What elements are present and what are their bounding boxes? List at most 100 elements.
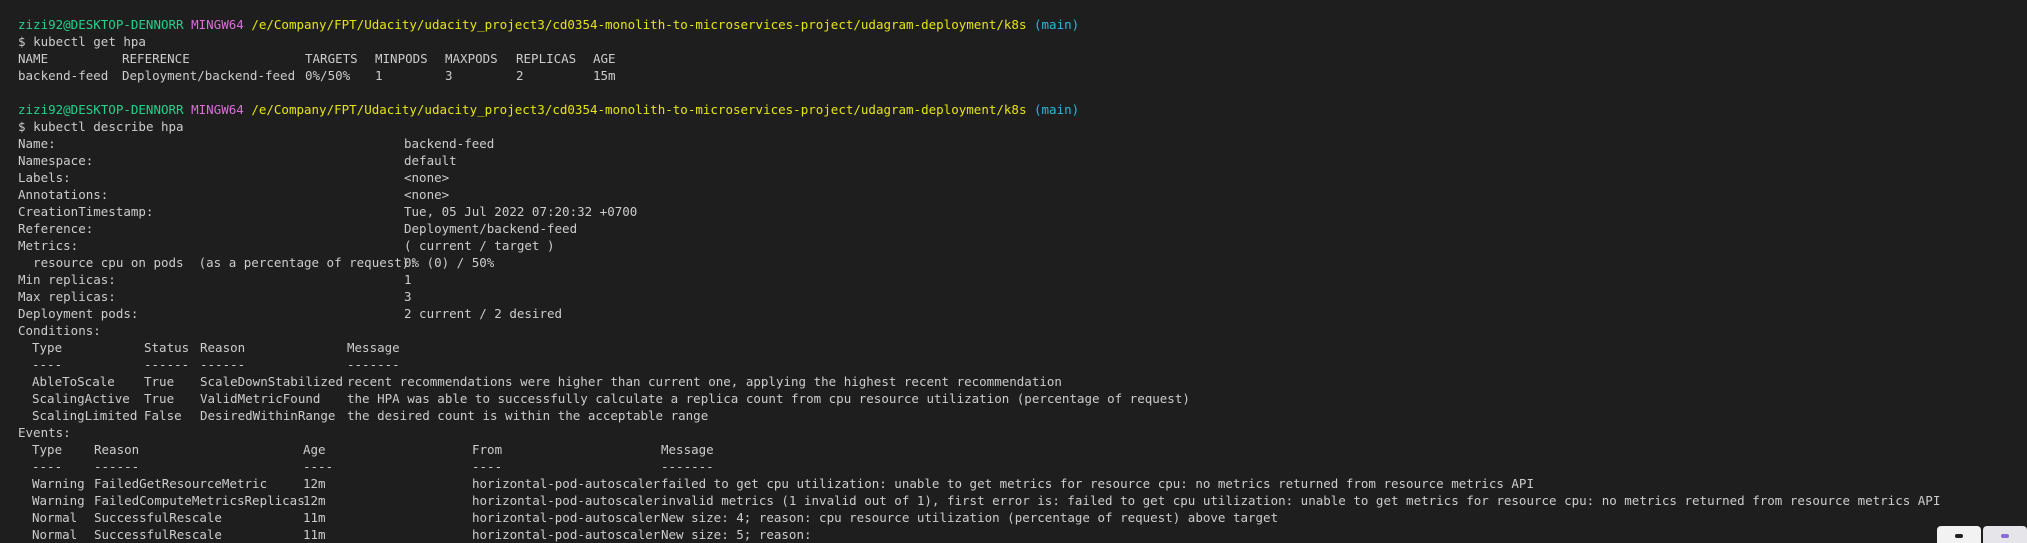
describe-field: Min replicas: 1 xyxy=(18,271,2027,288)
table-cell: horizontal-pod-autoscaler xyxy=(472,476,661,491)
command-line: $ kubectl describe hpa xyxy=(18,118,2027,135)
column-header: Type xyxy=(32,442,63,457)
table-cell: New size: 5; reason: xyxy=(661,527,812,542)
table-cell: AbleToScale xyxy=(32,374,115,389)
column-header: Message xyxy=(661,442,714,457)
table-cell: the HPA was able to successfully calcula… xyxy=(347,391,1190,406)
section-title: Conditions: xyxy=(18,323,101,338)
describe-field: Deployment pods: 2 current / 2 desired xyxy=(18,305,2027,322)
events-divider: ---- ------ ---- ---- ------- xyxy=(18,458,2027,475)
command-text: kubectl describe hpa xyxy=(33,119,184,134)
field-label: Labels: xyxy=(18,170,71,185)
prompt-path: /e/Company/FPT/Udacity/udacity_project3/… xyxy=(251,17,1027,32)
field-label: Max replicas: xyxy=(18,289,116,304)
table-cell: 11m xyxy=(303,527,326,542)
field-label: Deployment pods: xyxy=(18,306,139,321)
column-divider: ------ xyxy=(144,357,190,372)
table-row: Normal SuccessfulRescale 11m horizontal-… xyxy=(18,509,2027,526)
table-cell: True xyxy=(144,391,175,406)
field-label: Namespace: xyxy=(18,153,94,168)
column-header: From xyxy=(472,442,503,457)
field-value: backend-feed xyxy=(404,136,495,151)
table-row: ScalingActive True ValidMetricFound the … xyxy=(18,390,2027,407)
table-cell: horizontal-pod-autoscaler xyxy=(472,493,661,508)
table-row: Warning FailedGetResourceMetric 12m hori… xyxy=(18,475,2027,492)
table-cell: backend-feed xyxy=(18,68,109,83)
table-cell: SuccessfulRescale xyxy=(94,510,222,525)
tray-mark-icon xyxy=(2001,534,2009,538)
table-row: ScalingLimited False DesiredWithinRange … xyxy=(18,407,2027,424)
column-header: Type xyxy=(32,340,63,355)
field-value: <none> xyxy=(404,187,450,202)
conditions-divider: ---- ------ ------ ------- xyxy=(18,356,2027,373)
table-cell: 2 xyxy=(516,68,524,83)
field-value: 3 xyxy=(404,289,412,304)
events-header: Type Reason Age From Message xyxy=(18,441,2027,458)
table-cell: Warning xyxy=(32,476,85,491)
terminal-output[interactable]: zizi92@DESKTOP-DENNORR MINGW64 /e/Compan… xyxy=(18,16,2027,543)
field-value: Deployment/backend-feed xyxy=(404,221,578,236)
table-cell: ScaleDownStabilized xyxy=(200,374,343,389)
tray-app-icon[interactable] xyxy=(1983,526,2027,543)
table-cell: New size: 4; reason: cpu resource utiliz… xyxy=(661,510,1279,525)
table-cell: False xyxy=(144,408,182,423)
table-cell: 3 xyxy=(445,68,453,83)
field-value: 1 xyxy=(404,272,412,287)
column-header: AGE xyxy=(593,51,616,66)
field-label: Metrics: xyxy=(18,238,79,253)
table-cell: DesiredWithinRange xyxy=(200,408,336,423)
column-divider: ---- xyxy=(303,459,334,474)
prompt-user-host: zizi92@DESKTOP-DENNORR xyxy=(18,17,184,32)
column-header: REPLICAS xyxy=(516,51,577,66)
table-cell: 15m xyxy=(593,68,616,83)
column-header: MINPODS xyxy=(375,51,428,66)
prompt-symbol: $ xyxy=(18,34,26,49)
prompt-branch: (main) xyxy=(1034,102,1080,117)
table-cell: Deployment/backend-feed xyxy=(122,68,296,83)
table-row: AbleToScale True ScaleDownStabilized rec… xyxy=(18,373,2027,390)
column-header: MAXPODS xyxy=(445,51,498,66)
field-value: default xyxy=(404,153,457,168)
column-divider: ---- xyxy=(472,459,503,474)
shell-prompt: zizi92@DESKTOP-DENNORR MINGW64 /e/Compan… xyxy=(18,16,2027,33)
table-cell: invalid metrics (1 invalid out of 1), fi… xyxy=(661,493,1941,508)
column-divider: ------ xyxy=(94,459,140,474)
table-cell: 11m xyxy=(303,510,326,525)
command-text: kubectl get hpa xyxy=(33,34,146,49)
describe-field: resource cpu on pods (as a percentage of… xyxy=(18,254,2027,271)
describe-field: CreationTimestamp: Tue, 05 Jul 2022 07:20… xyxy=(18,203,2027,220)
column-header: TARGETS xyxy=(305,51,358,66)
tray-mark-icon xyxy=(1955,534,1963,538)
describe-field: Name: backend-feed xyxy=(18,135,2027,152)
table-cell: Normal xyxy=(32,527,78,542)
conditions-header: Type Status Reason Message xyxy=(18,339,2027,356)
column-divider: ------- xyxy=(347,357,400,372)
table-cell: Warning xyxy=(32,493,85,508)
column-header: Message xyxy=(347,340,400,355)
describe-field: Max replicas: 3 xyxy=(18,288,2027,305)
section-title: Events: xyxy=(18,425,71,440)
shell-prompt: zizi92@DESKTOP-DENNORR MINGW64 /e/Compan… xyxy=(18,101,2027,118)
tray-widget-icon[interactable] xyxy=(1937,526,1981,543)
table-cell: SuccessfulRescale xyxy=(94,527,222,542)
column-header: Reason xyxy=(200,340,246,355)
field-value: 0% (0) / 50% xyxy=(404,255,495,270)
field-value: 2 current / 2 desired xyxy=(404,306,563,321)
command-line: $ kubectl get hpa xyxy=(18,33,2027,50)
column-divider: ------ xyxy=(200,357,246,372)
column-header: Age xyxy=(303,442,326,457)
table-cell: ScalingActive xyxy=(32,391,130,406)
field-label: Min replicas: xyxy=(18,272,116,287)
prompt-system: MINGW64 xyxy=(191,102,244,117)
table-cell: 1 xyxy=(375,68,383,83)
prompt-user-host: zizi92@DESKTOP-DENNORR xyxy=(18,102,184,117)
table-cell: Normal xyxy=(32,510,78,525)
table-row: Normal SuccessfulRescale 11m horizontal-… xyxy=(18,526,2027,543)
table-cell: ScalingLimited xyxy=(32,408,138,423)
table-cell: 0%/50% xyxy=(305,68,351,83)
table-cell: recent recommendations were higher than … xyxy=(347,374,1062,389)
column-header: NAME xyxy=(18,51,49,66)
table-cell: ValidMetricFound xyxy=(200,391,321,406)
table-cell: horizontal-pod-autoscaler xyxy=(472,510,661,525)
field-value: <none> xyxy=(404,170,450,185)
